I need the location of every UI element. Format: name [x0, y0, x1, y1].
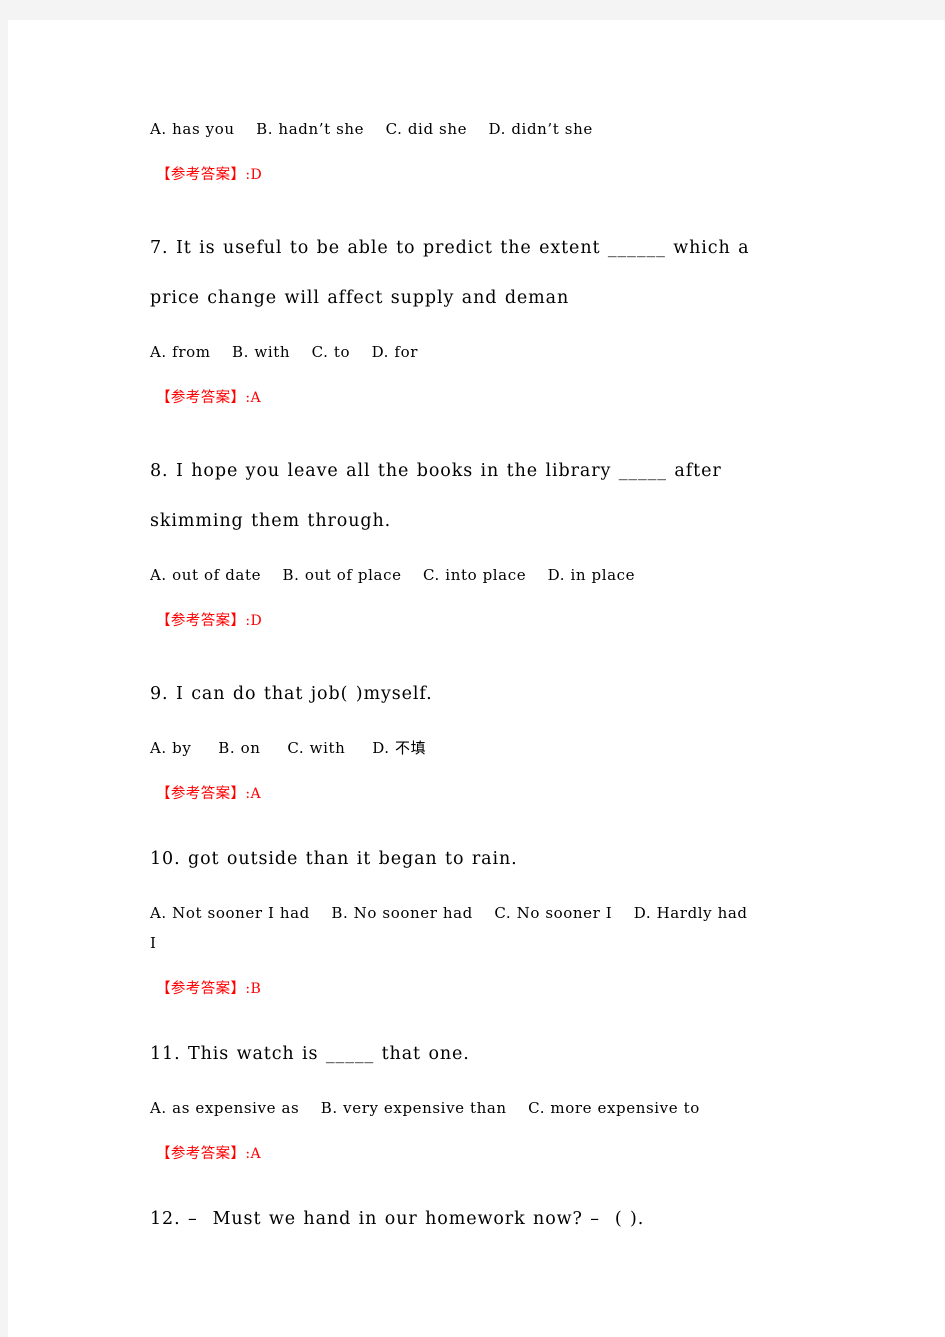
question-block-10: 10. got outside than it began to rain. A…	[150, 834, 830, 1003]
question-block-11: 11. This watch is _____ that one. A. as …	[150, 1029, 830, 1168]
question-10-options-line-1: A. Not sooner I had B. No sooner had C. …	[150, 904, 748, 922]
answer-value: A	[250, 390, 262, 406]
answer-value: B	[250, 981, 262, 997]
question-block-6: A. has you B. hadn’t she C. did she D. d…	[150, 114, 830, 189]
question-8-options: A. out of date B. out of place C. into p…	[150, 566, 636, 584]
question-7-stem-line-1: 7. It is useful to be able to predict th…	[150, 238, 750, 258]
question-10-stem-line-1: 10. got outside than it began to rain.	[150, 849, 518, 869]
question-block-12: 12. – Must we hand in our homework now? …	[150, 1194, 830, 1244]
question-7-options: A. from B. with C. to D. for	[150, 343, 418, 361]
answer-value: A	[250, 786, 262, 802]
question-8-answer: 【参考答案】:D	[156, 607, 830, 635]
block-gap	[150, 635, 830, 669]
question-11-options: A. as expensive as B. very expensive tha…	[150, 1099, 700, 1117]
question-10-answer: 【参考答案】:B	[156, 975, 830, 1003]
document-page: A. has you B. hadn’t she C. did she D. d…	[8, 20, 945, 1337]
question-11-stem-line-1: 11. This watch is _____ that one.	[150, 1044, 470, 1064]
answer-value: D	[250, 167, 263, 183]
question-12-stem-line-1: 12. – Must we hand in our homework now? …	[150, 1209, 645, 1229]
question-block-8: 8. I hope you leave all the books in the…	[150, 446, 830, 635]
answer-label: 【参考答案】	[156, 1146, 246, 1162]
question-8-stem-line-1: 8. I hope you leave all the books in the…	[150, 461, 722, 481]
question-9-stem-line-1: 9. I can do that job( )myself.	[150, 684, 433, 704]
block-gap	[150, 1003, 830, 1029]
answer-value: A	[250, 1146, 262, 1162]
question-block-7: 7. It is useful to be able to predict th…	[150, 223, 830, 412]
answer-label: 【参考答案】	[156, 613, 246, 629]
question-block-9: 9. I can do that job( )myself. A. by B. …	[150, 669, 830, 808]
block-gap	[150, 412, 830, 446]
answer-value: D	[250, 613, 263, 629]
block-gap	[150, 189, 830, 223]
question-8-stem-line-2: skimming them through.	[150, 511, 392, 531]
answer-label: 【参考答案】	[156, 981, 246, 997]
answer-label: 【参考答案】	[156, 390, 246, 406]
question-7-answer: 【参考答案】:A	[156, 384, 830, 412]
block-gap	[150, 1168, 830, 1194]
answer-label: 【参考答案】	[156, 167, 246, 183]
document-content: A. has you B. hadn’t she C. did she D. d…	[150, 100, 830, 1244]
answer-label: 【参考答案】	[156, 786, 246, 802]
question-9-answer: 【参考答案】:A	[156, 780, 830, 808]
question-9-options: A. by B. on C. with D. 不填	[150, 739, 427, 757]
question-11-answer: 【参考答案】:A	[156, 1140, 830, 1168]
question-10-options-line-2: I	[150, 934, 157, 952]
question-7-stem-line-2: price change will affect supply and dema…	[150, 288, 570, 308]
block-gap	[150, 808, 830, 834]
question-6-options: A. has you B. hadn’t she C. did she D. d…	[150, 120, 593, 138]
question-6-answer: 【参考答案】:D	[156, 161, 830, 189]
